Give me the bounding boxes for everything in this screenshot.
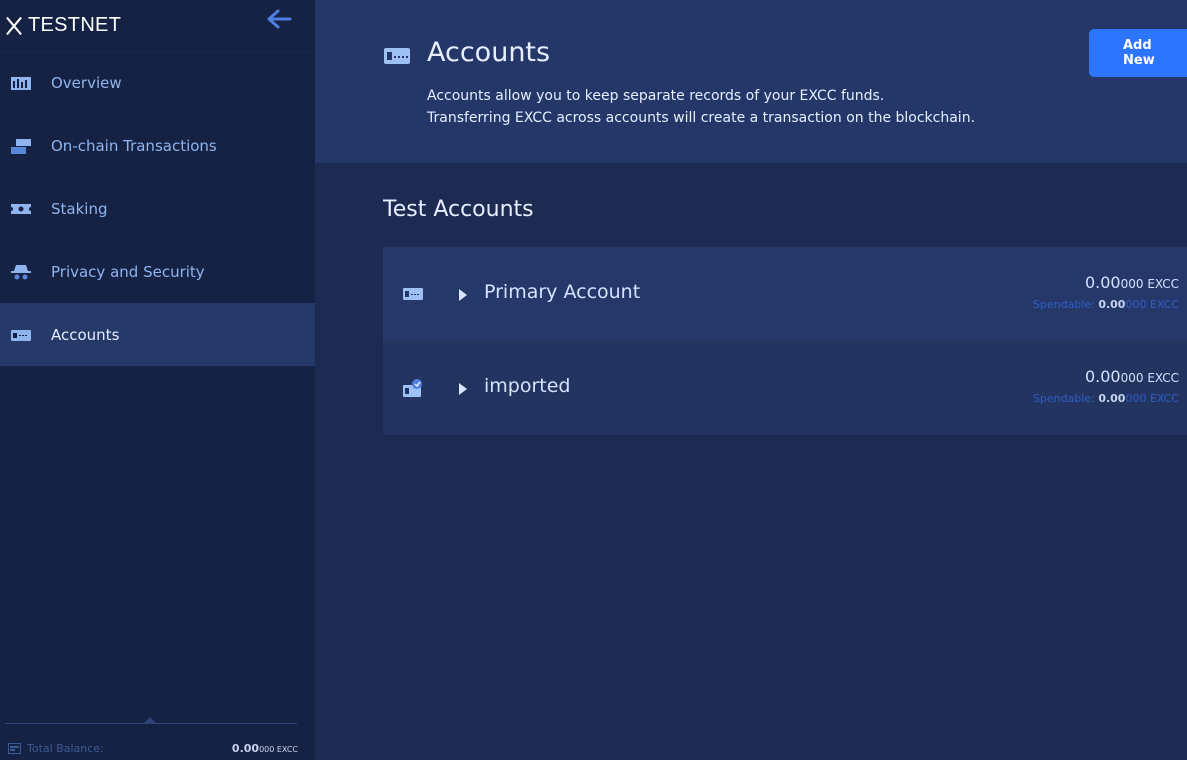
sidebar-footer: Total Balance: 0.00000 EXCC bbox=[0, 717, 315, 760]
footer-divider bbox=[5, 723, 297, 724]
total-balance-value: 0.00000 EXCC bbox=[231, 741, 298, 755]
account-spendable: Spendable: 0.00000 EXCC bbox=[1032, 298, 1179, 311]
total-balance-label: Total Balance: bbox=[27, 741, 104, 755]
sidebar: TESTNET Overview On-chain Transactions S… bbox=[0, 0, 315, 760]
sidebar-item-staking[interactable]: Staking bbox=[0, 177, 315, 240]
account-balance: 0.00000 EXCC bbox=[1084, 367, 1179, 386]
logo-icon bbox=[3, 15, 25, 37]
section-title: Test Accounts bbox=[383, 197, 534, 222]
account-balance: 0.00000 EXCC bbox=[1084, 273, 1179, 292]
expand-caret-icon[interactable] bbox=[459, 383, 467, 395]
page-header: Accounts Accounts allow you to keep sepa… bbox=[315, 0, 1187, 163]
sidebar-item-transactions[interactable]: On-chain Transactions bbox=[0, 114, 315, 177]
wallet-icon bbox=[403, 288, 423, 300]
sidebar-item-accounts[interactable]: Accounts bbox=[0, 303, 315, 366]
sidebar-item-privacy[interactable]: Privacy and Security bbox=[0, 240, 315, 303]
balance-icon bbox=[8, 742, 21, 754]
brand-title: TESTNET bbox=[28, 14, 122, 36]
account-name: imported bbox=[484, 375, 571, 397]
description-line: Transferring EXCC across accounts will c… bbox=[427, 110, 976, 126]
wallet-icon bbox=[11, 329, 31, 341]
chart-icon bbox=[11, 77, 31, 90]
sidebar-nav: Overview On-chain Transactions Staking P… bbox=[0, 52, 315, 366]
page-title: Accounts bbox=[427, 37, 551, 68]
main-content: Accounts Accounts allow you to keep sepa… bbox=[315, 0, 1187, 760]
account-row-imported[interactable]: imported 0.00000 EXCC Spendable: 0.00000… bbox=[383, 341, 1187, 435]
sidebar-item-label: Overview bbox=[51, 74, 122, 92]
account-name: Primary Account bbox=[484, 281, 641, 303]
sidebar-item-overview[interactable]: Overview bbox=[0, 52, 315, 114]
sidebar-item-label: On-chain Transactions bbox=[51, 136, 217, 155]
total-balance: Total Balance: 0.00000 EXCC bbox=[8, 740, 298, 756]
account-row-primary[interactable]: Primary Account 0.00000 EXCC Spendable: … bbox=[383, 247, 1187, 341]
footer-expand-handle[interactable] bbox=[144, 717, 156, 723]
collapse-sidebar-button[interactable] bbox=[265, 7, 293, 31]
transactions-icon bbox=[11, 138, 31, 154]
wallet-icon bbox=[384, 48, 410, 64]
page-description: Accounts allow you to keep separate reco… bbox=[427, 85, 975, 129]
sidebar-item-label: Accounts bbox=[51, 325, 120, 344]
imported-wallet-icon bbox=[403, 379, 422, 397]
sidebar-item-label: Privacy and Security bbox=[51, 262, 205, 281]
arrow-left-icon bbox=[267, 9, 292, 29]
account-spendable: Spendable: 0.00000 EXCC bbox=[1032, 392, 1179, 405]
spy-icon bbox=[11, 264, 31, 279]
add-new-button[interactable]: Add New bbox=[1089, 29, 1187, 77]
ticket-icon bbox=[11, 203, 31, 214]
expand-caret-icon[interactable] bbox=[459, 289, 467, 301]
description-line: Accounts allow you to keep separate reco… bbox=[427, 88, 885, 104]
sidebar-item-label: Staking bbox=[51, 199, 108, 218]
